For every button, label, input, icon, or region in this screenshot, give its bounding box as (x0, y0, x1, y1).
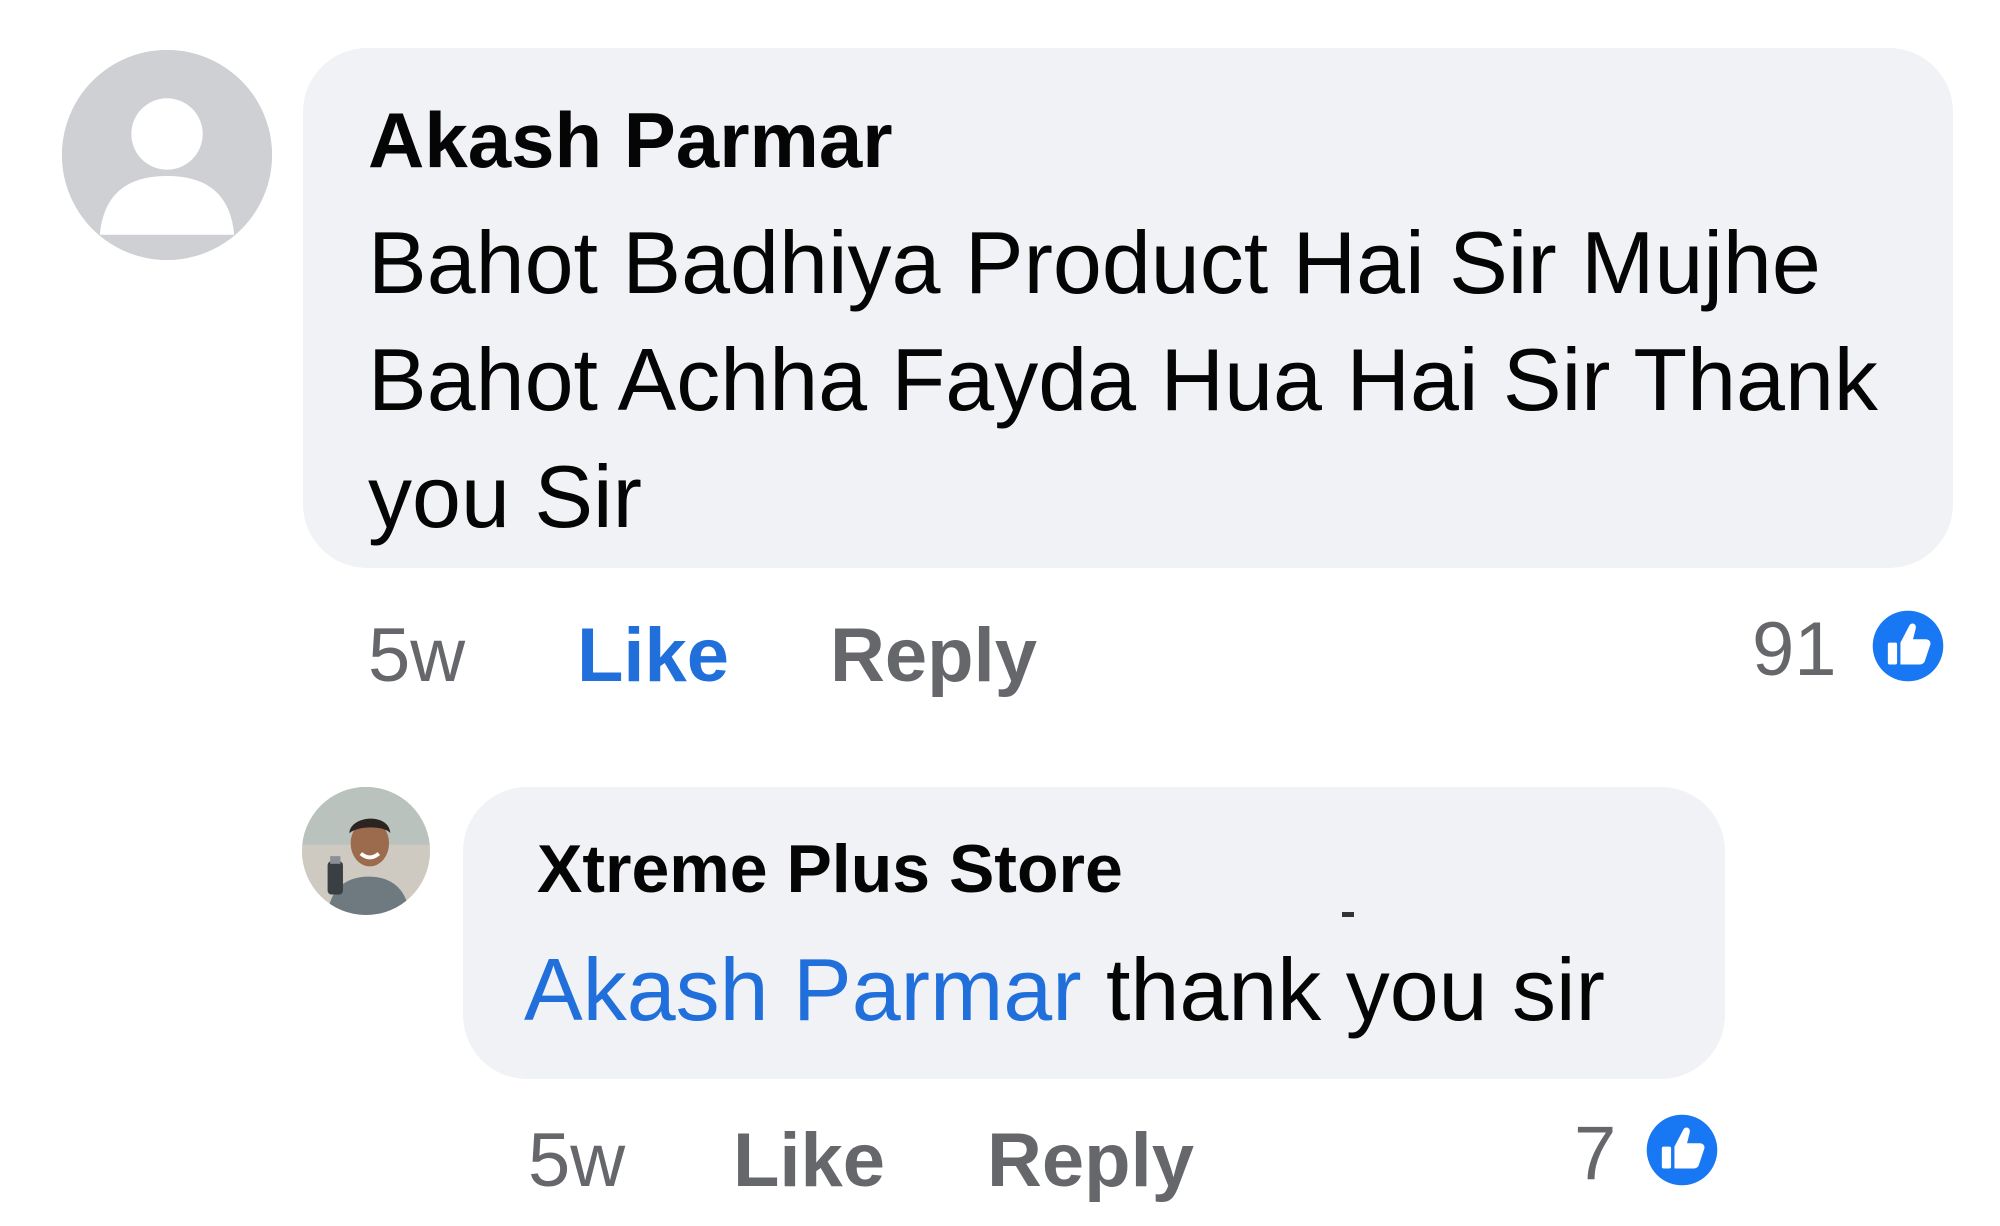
like-button[interactable]: Like (733, 1115, 885, 1207)
store-avatar[interactable] (302, 787, 430, 915)
default-profile-icon[interactable] (62, 50, 272, 260)
reaction-count[interactable]: 91 (1752, 604, 1837, 696)
like-button[interactable]: Like (577, 610, 729, 702)
reply-button[interactable]: Reply (830, 610, 1037, 702)
like-reaction-icon[interactable] (1640, 1108, 1724, 1192)
separator-mark (1342, 912, 1354, 917)
reply-text: Akash Parmar thank you sir (524, 935, 1704, 1045)
mention-link[interactable]: Akash Parmar (524, 940, 1082, 1039)
reply-button[interactable]: Reply (987, 1115, 1194, 1207)
reply-timestamp[interactable]: 5w (528, 1115, 625, 1207)
comment-author[interactable]: Akash Parmar (368, 92, 893, 188)
reply-author[interactable]: Xtreme Plus Store (537, 827, 1123, 911)
like-reaction-icon[interactable] (1866, 604, 1950, 688)
comment-timestamp[interactable]: 5w (368, 610, 465, 702)
reply-text-body: thank you sir (1081, 940, 1605, 1039)
reaction-count[interactable]: 7 (1574, 1108, 1616, 1200)
comment-text: Bahot Badhiya Product Hai Sir Mujhe Baho… (368, 213, 1878, 546)
